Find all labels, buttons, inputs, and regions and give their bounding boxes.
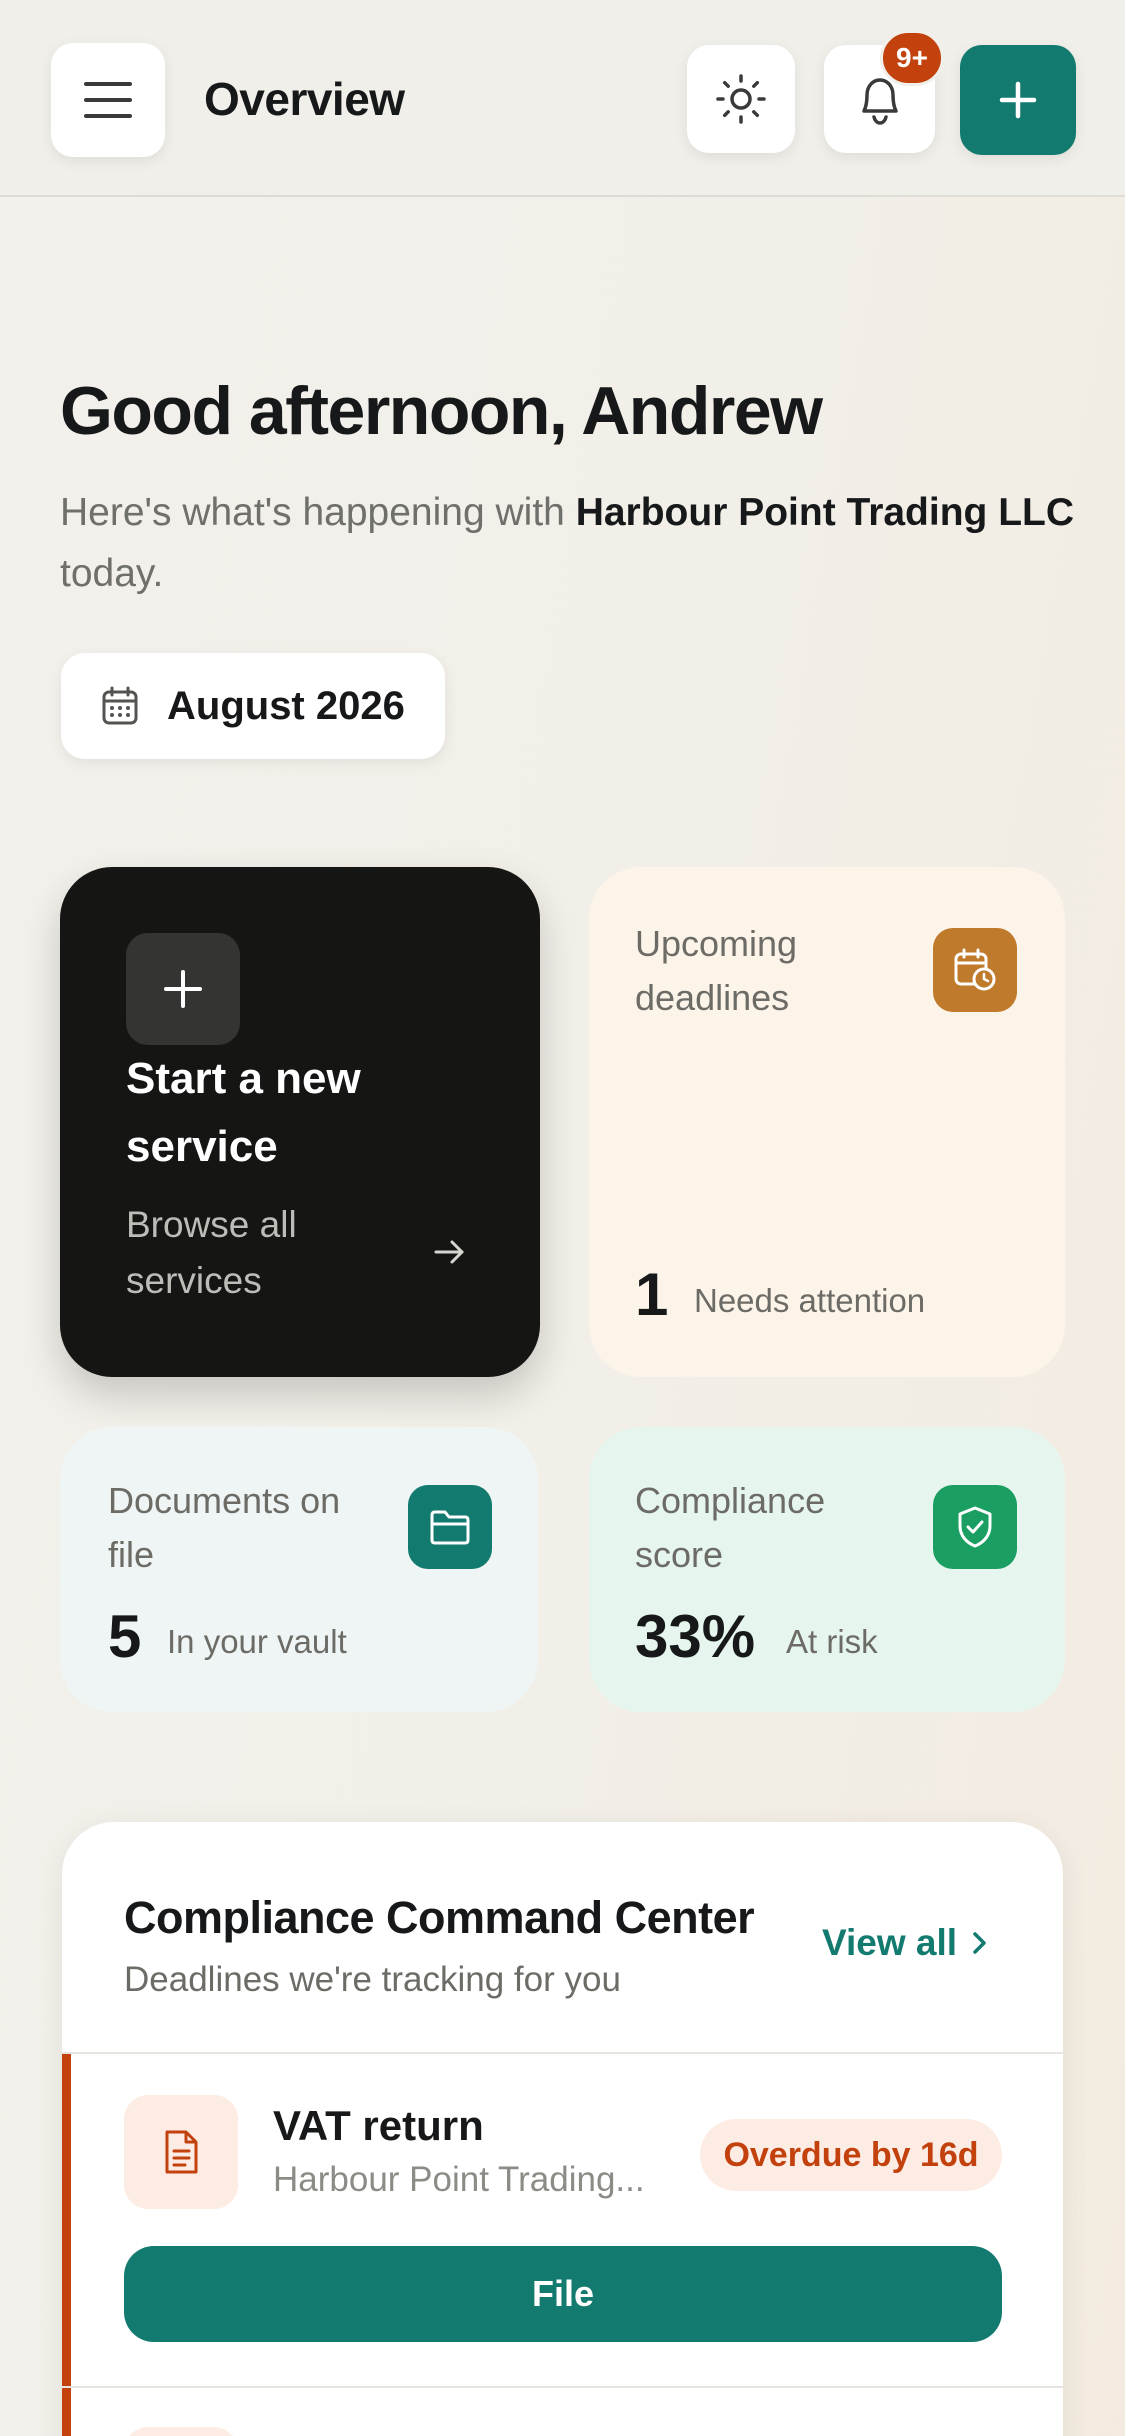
greeting-subtitle: Here's what's happening with Harbour Poi…	[60, 482, 1080, 604]
page-title: Overview	[204, 73, 405, 125]
deadline-company: Harbour Point Trading...	[273, 2160, 645, 2199]
deadlines-caption: Needs attention	[694, 1282, 926, 1319]
compliance-label: Compliance score	[635, 1480, 826, 1575]
documents-label: Documents on file	[108, 1480, 341, 1575]
deadlines-label: Upcoming deadlines	[635, 923, 798, 1018]
view-all-link[interactable]: View all	[822, 1922, 989, 1964]
notification-badge: 9+	[880, 30, 944, 86]
upcoming-deadlines-card[interactable]: Upcoming deadlines 1 Needs attention	[589, 867, 1065, 1377]
documents-card[interactable]: Documents on file 5 In your vault	[60, 1427, 538, 1712]
documents-count: 5	[108, 1603, 142, 1670]
plus-icon	[999, 81, 1037, 119]
calendar-clock-icon	[933, 928, 1017, 1012]
arrow-right-icon	[434, 1240, 464, 1264]
shield-check-icon	[933, 1485, 1017, 1569]
top-bar: Overview 9+	[0, 0, 1125, 197]
browse-services-link[interactable]: Browse all services	[126, 1197, 386, 1309]
date-label: August 2026	[167, 683, 405, 728]
section-subtitle: Deadlines we're tracking for you	[124, 1960, 621, 1999]
file-button[interactable]: File	[124, 2246, 1002, 2342]
menu-button[interactable]	[51, 43, 165, 157]
overdue-accent-bar	[62, 2054, 71, 2436]
chevron-right-icon	[973, 1932, 986, 1954]
divider	[62, 2052, 1063, 2054]
next-item-icon	[124, 2427, 238, 2436]
section-title: Compliance Command Center	[124, 1892, 755, 1943]
plus-icon	[126, 933, 240, 1045]
folder-icon	[408, 1485, 492, 1569]
compliance-score-value: 33%	[635, 1603, 756, 1670]
document-icon	[124, 2095, 238, 2209]
next-item-accent-bar	[62, 2388, 71, 2436]
sun-icon	[716, 74, 766, 124]
compliance-score-caption: At risk	[786, 1623, 878, 1660]
subtitle-suffix: today.	[60, 552, 164, 595]
theme-toggle-button[interactable]	[687, 45, 795, 153]
documents-caption: In your vault	[167, 1623, 347, 1660]
date-selector[interactable]: August 2026	[61, 653, 445, 759]
add-button[interactable]	[960, 45, 1076, 155]
subtitle-prefix: Here's what's happening with	[60, 491, 576, 534]
deadline-title: VAT return	[273, 2102, 484, 2149]
greeting-headline: Good afternoon, Andrew	[60, 373, 823, 449]
compliance-command-center: Compliance Command Center Deadlines we'r…	[62, 1822, 1063, 2436]
menu-icon	[84, 82, 132, 118]
view-all-label: View all	[822, 1922, 958, 1963]
divider	[62, 2386, 1063, 2388]
calendar-icon	[102, 686, 138, 725]
deadlines-count: 1	[635, 1261, 669, 1328]
start-service-card[interactable]: Start a new service Browse all services	[60, 867, 540, 1377]
company-name: Harbour Point Trading LLC	[575, 491, 1075, 534]
compliance-score-card[interactable]: Compliance score 33% At risk	[589, 1427, 1065, 1712]
start-service-title: Start a new service	[126, 1054, 361, 1171]
overdue-status-badge: Overdue by 16d	[700, 2119, 1002, 2191]
